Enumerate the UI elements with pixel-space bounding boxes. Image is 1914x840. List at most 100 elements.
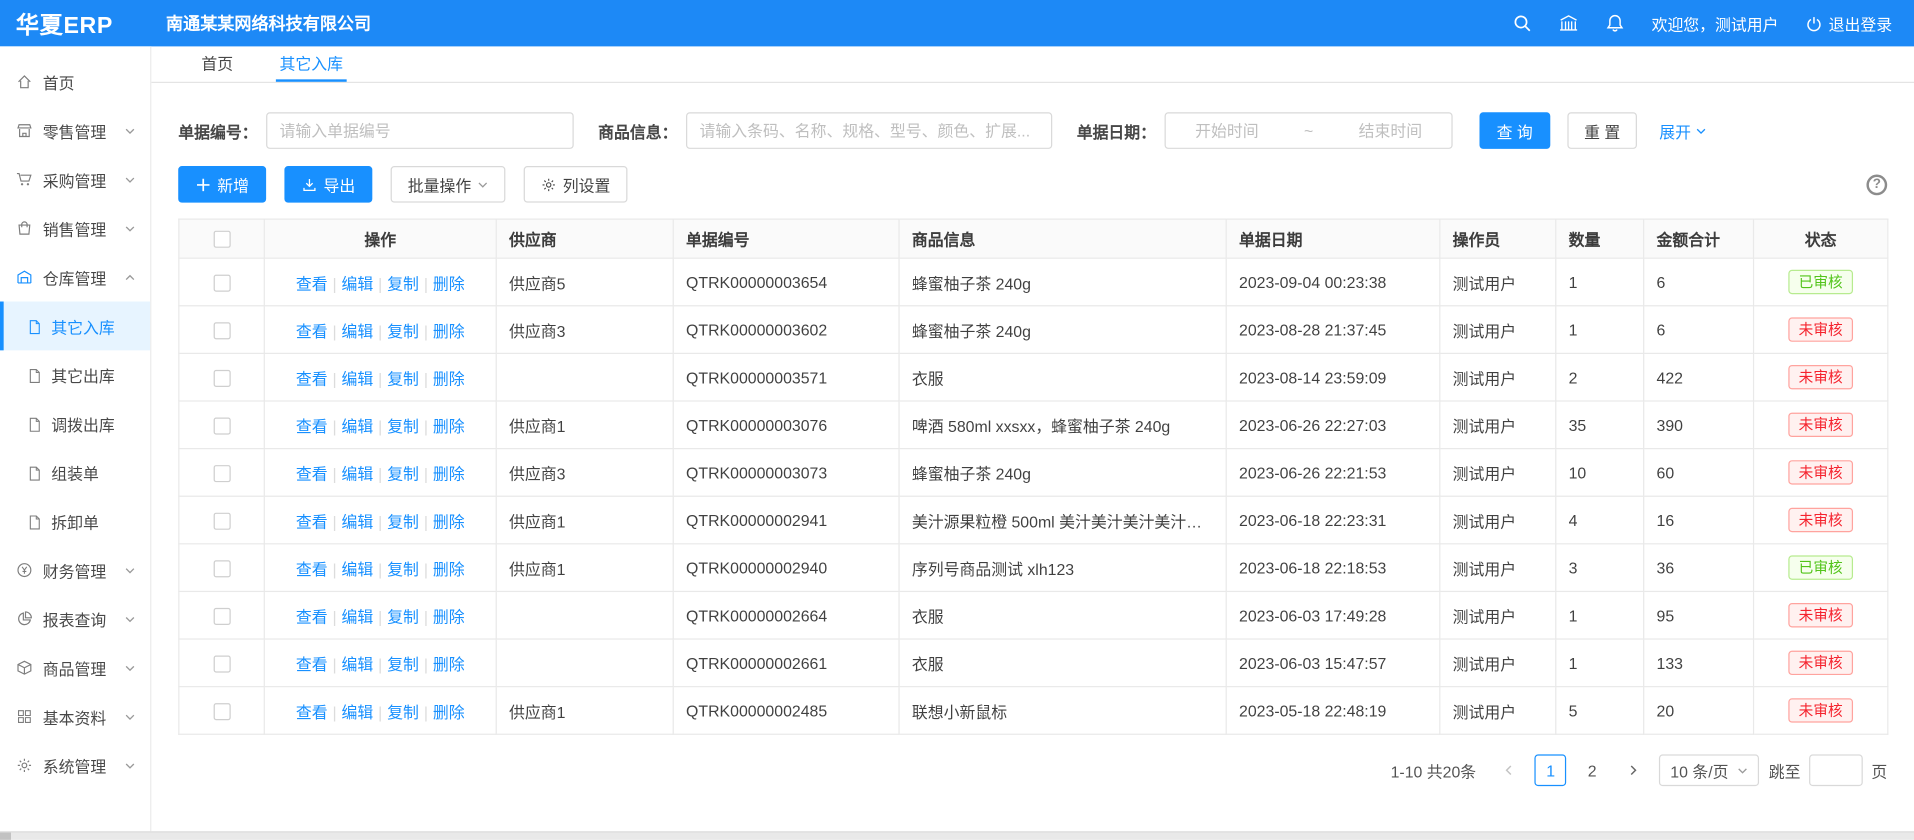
export-button[interactable]: 导出	[284, 166, 372, 203]
row-action-copy[interactable]: 复制	[387, 322, 419, 340]
sidebar-item[interactable]: 仓库管理	[0, 253, 150, 302]
prev-page-button[interactable]	[1493, 754, 1525, 786]
row-action-edit[interactable]: 编辑	[342, 464, 374, 482]
next-page-button[interactable]	[1618, 754, 1650, 786]
page-1-button[interactable]: 1	[1535, 754, 1567, 786]
row-action-copy[interactable]: 复制	[387, 655, 419, 673]
row-checkbox[interactable]	[213, 512, 230, 529]
sidebar-item[interactable]: 零售管理	[0, 106, 150, 155]
sidebar-item[interactable]: 系统管理	[0, 741, 150, 790]
date-range-picker[interactable]: ~	[1165, 112, 1453, 149]
row-checkbox[interactable]	[213, 274, 230, 291]
row-action-edit[interactable]: 编辑	[342, 417, 374, 435]
row-action-view[interactable]: 查看	[296, 274, 328, 292]
row-action-view[interactable]: 查看	[296, 655, 328, 673]
cell-status: 未审核	[1754, 306, 1888, 354]
row-action-copy[interactable]: 复制	[387, 607, 419, 625]
row-action-delete[interactable]: 删除	[433, 464, 465, 482]
sidebar-item[interactable]: 销售管理	[0, 204, 150, 253]
row-action-copy[interactable]: 复制	[387, 369, 419, 387]
logout-button[interactable]: 退出登录	[1805, 12, 1892, 35]
row-action-delete[interactable]: 删除	[433, 322, 465, 340]
cell-status: 未审核	[1754, 449, 1888, 497]
row-action-delete[interactable]: 删除	[433, 655, 465, 673]
row-action-view[interactable]: 查看	[296, 703, 328, 721]
row-action-delete[interactable]: 删除	[433, 607, 465, 625]
row-action-view[interactable]: 查看	[296, 560, 328, 578]
expand-link[interactable]: 展开	[1659, 119, 1707, 142]
row-checkbox[interactable]	[213, 465, 230, 482]
row-action-delete[interactable]: 删除	[433, 512, 465, 530]
sidebar-item[interactable]: 商品管理	[0, 643, 150, 692]
date-end-input[interactable]	[1337, 121, 1444, 139]
row-checkbox[interactable]	[213, 417, 230, 434]
bill-no-input[interactable]	[266, 112, 574, 149]
row-checkbox[interactable]	[213, 560, 230, 577]
row-action-edit[interactable]: 编辑	[342, 655, 374, 673]
horizontal-scrollbar[interactable]	[0, 831, 1914, 840]
row-action-edit[interactable]: 编辑	[342, 274, 374, 292]
row-action-edit[interactable]: 编辑	[342, 560, 374, 578]
row-action-view[interactable]: 查看	[296, 464, 328, 482]
sidebar-subitem[interactable]: 组装单	[0, 448, 150, 497]
add-button[interactable]: 新增	[178, 166, 266, 203]
cell-material: 序列号商品测试 xlh123	[899, 544, 1226, 592]
app-logo[interactable]: 华夏ERP	[0, 7, 151, 40]
row-action-edit[interactable]: 编辑	[342, 369, 374, 387]
row-action-view[interactable]: 查看	[296, 607, 328, 625]
reset-button[interactable]: 重 置	[1567, 112, 1637, 149]
row-action-delete[interactable]: 删除	[433, 703, 465, 721]
action-separator: |	[424, 322, 428, 340]
sidebar-item[interactable]: 财务管理	[0, 546, 150, 595]
row-action-copy[interactable]: 复制	[387, 512, 419, 530]
sidebar-item[interactable]: 首页	[0, 57, 150, 106]
sidebar-item[interactable]: 报表查询	[0, 594, 150, 643]
row-action-delete[interactable]: 删除	[433, 417, 465, 435]
row-action-edit[interactable]: 编辑	[342, 512, 374, 530]
row-action-delete[interactable]: 删除	[433, 369, 465, 387]
help-icon[interactable]: ?	[1866, 174, 1887, 195]
column-settings-button[interactable]: 列设置	[524, 166, 628, 203]
gear-icon	[16, 757, 33, 774]
row-action-copy[interactable]: 复制	[387, 417, 419, 435]
row-action-view[interactable]: 查看	[296, 512, 328, 530]
row-action-copy[interactable]: 复制	[387, 703, 419, 721]
sidebar-subitem[interactable]: 其它出库	[0, 350, 150, 399]
page-2-button[interactable]: 2	[1576, 754, 1608, 786]
tab-0[interactable]: 首页	[198, 46, 237, 81]
jump-page-input[interactable]	[1809, 754, 1863, 786]
row-action-copy[interactable]: 复制	[387, 464, 419, 482]
row-checkbox[interactable]	[213, 655, 230, 672]
row-action-edit[interactable]: 编辑	[342, 607, 374, 625]
row-action-copy[interactable]: 复制	[387, 274, 419, 292]
tab-1[interactable]: 其它入库	[276, 46, 347, 81]
sidebar-item[interactable]: 采购管理	[0, 155, 150, 204]
material-input[interactable]	[686, 112, 1052, 149]
batch-actions-button[interactable]: 批量操作	[391, 166, 506, 203]
row-action-view[interactable]: 查看	[296, 369, 328, 387]
row-action-edit[interactable]: 编辑	[342, 322, 374, 340]
row-action-delete[interactable]: 删除	[433, 560, 465, 578]
row-checkbox[interactable]	[213, 322, 230, 339]
row-action-view[interactable]: 查看	[296, 417, 328, 435]
cell-material: 美汁源果粒橙 500ml 美汁美汁美汁美汁美汁美...	[899, 496, 1226, 544]
sidebar-subitem[interactable]: 调拨出库	[0, 399, 150, 448]
search-button[interactable]: 查 询	[1480, 112, 1550, 149]
bell-icon[interactable]	[1605, 13, 1625, 33]
select-all-checkbox[interactable]	[213, 231, 230, 248]
row-checkbox[interactable]	[213, 608, 230, 625]
row-action-edit[interactable]: 编辑	[342, 703, 374, 721]
row-action-delete[interactable]: 删除	[433, 274, 465, 292]
sidebar-subitem[interactable]: 其它入库	[0, 302, 150, 351]
cell-amount: 16	[1644, 496, 1754, 544]
row-checkbox[interactable]	[213, 703, 230, 720]
bank-icon[interactable]	[1559, 13, 1579, 33]
row-action-copy[interactable]: 复制	[387, 560, 419, 578]
search-icon[interactable]	[1512, 13, 1532, 33]
row-checkbox[interactable]	[213, 370, 230, 387]
sidebar-item[interactable]: 基本资料	[0, 692, 150, 741]
page-size-select[interactable]: 10 条/页	[1659, 754, 1759, 786]
date-start-input[interactable]	[1173, 121, 1280, 139]
sidebar-subitem[interactable]: 拆卸单	[0, 497, 150, 546]
row-action-view[interactable]: 查看	[296, 322, 328, 340]
